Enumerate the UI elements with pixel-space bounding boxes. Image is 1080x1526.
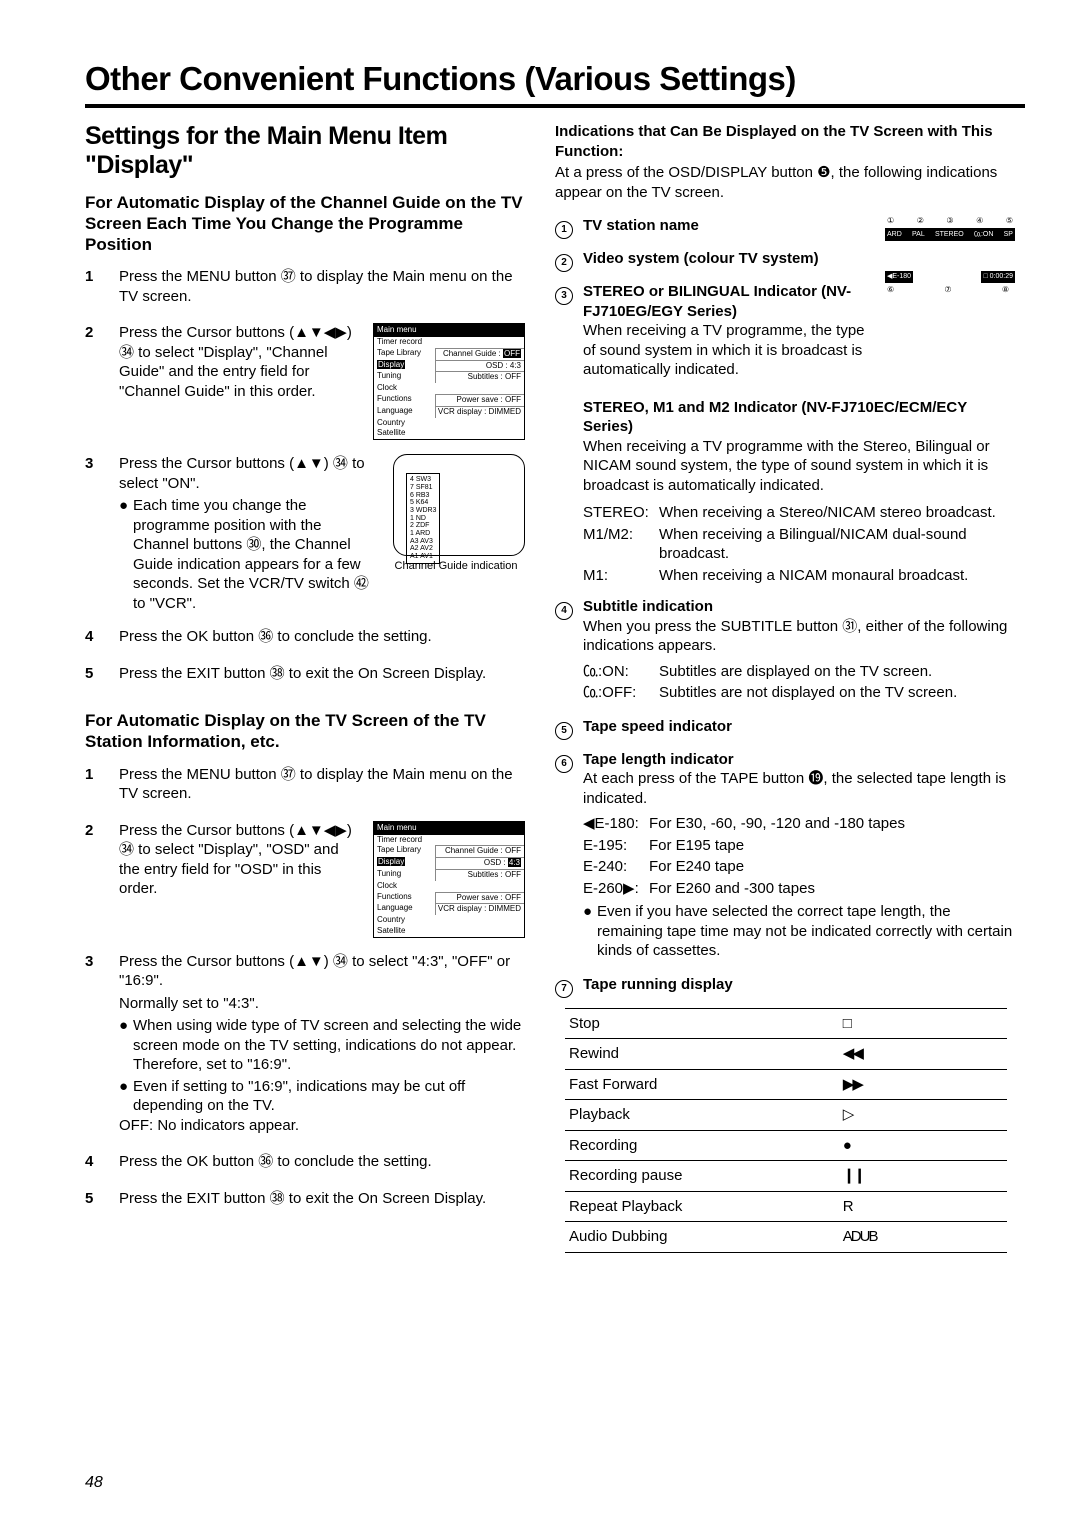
tape-table: ◀E-180:For E30, -60, -90, -120 and -180 …	[583, 814, 1015, 898]
subtitle-table: ㏇:ON:Subtitles are displayed on the TV s…	[583, 662, 1015, 703]
bullet: ● Each time you change the programme pos…	[119, 496, 377, 613]
step-1a: 1 Press the MENU button ㊲ to display the…	[85, 267, 525, 309]
left-column: Settings for the Main Menu Item "Display…	[85, 122, 525, 1253]
item-1: TV station name	[583, 217, 699, 234]
step-2b: 2 Press the Cursor buttons (▲▼◀▶) ㉞ to s…	[85, 821, 525, 938]
item-7: Tape running display	[583, 976, 733, 993]
bullet-dot-icon: ●	[119, 496, 133, 613]
item-3-text2: When receiving a TV programme with the S…	[583, 438, 990, 494]
bullet-dot-icon: ●	[119, 1016, 133, 1075]
item-3-head: STEREO or BILINGUAL Indicator (NV-FJ710E…	[583, 283, 851, 320]
section-heading: Settings for the Main Menu Item "Display…	[85, 122, 525, 180]
bullet-text: Each time you change the programme posit…	[133, 496, 377, 613]
step-3b: 3 Press the Cursor buttons (▲▼) ㉞ to sel…	[85, 952, 525, 1139]
step-text: Press the OK button ㊱ to conclude the se…	[119, 627, 525, 647]
item-4-head: Subtitle indication	[583, 598, 713, 615]
step-text: Press the Cursor buttons (▲▼) ㉞ to selec…	[119, 454, 377, 493]
step-number: 4	[85, 627, 119, 650]
bullet-dot-icon: ●	[583, 902, 597, 961]
columns: Settings for the Main Menu Item "Display…	[85, 122, 1025, 1253]
step-4a: 4 Press the OK button ㊱ to conclude the …	[85, 627, 525, 650]
item-2: Video system (colour TV system)	[583, 250, 819, 267]
step-5a: 5 Press the EXIT button ㊳ to exit the On…	[85, 664, 525, 687]
bullet-dot-icon: ●	[119, 1077, 133, 1116]
step-text: Press the EXIT button ㊳ to exit the On S…	[119, 664, 525, 684]
bullet: ● Even if you have selected the correct …	[583, 902, 1015, 961]
manual-page: Other Convenient Functions (Various Sett…	[0, 0, 1080, 1526]
page-number: 48	[85, 1474, 103, 1492]
tv-screen-indicator-figure: ①②③④⑤ ARDPALSTEREO㏇:ONSP ◀E-180□ 0:00:29…	[885, 216, 1015, 295]
step-2a: 2 Press the Cursor buttons (▲▼◀▶) ㉞ to s…	[85, 323, 525, 440]
step-text: Press the MENU button ㊲ to display the M…	[119, 267, 525, 306]
step-3a: 3 Press the Cursor buttons (▲▼) ㉞ to sel…	[85, 454, 525, 613]
step-number: 1	[85, 267, 119, 309]
item-6-text: At each press of the TAPE button ⓳, the …	[583, 770, 1006, 807]
main-menu-figure-1: Main menuTimer recordTape LibraryChannel…	[373, 323, 525, 440]
step-text: Press the EXIT button ㊳ to exit the On S…	[119, 1189, 525, 1209]
item-3-head2: STEREO, M1 and M2 Indicator (NV-FJ710EC/…	[583, 399, 967, 436]
step-number: 5	[85, 664, 119, 687]
step-number: 2	[85, 821, 119, 938]
sound-table: STEREO:When receiving a Stereo/NICAM ste…	[583, 503, 1015, 585]
step-number: 3	[85, 952, 119, 1139]
step-text: Press the Cursor buttons (▲▼◀▶) ㉞ to sel…	[119, 821, 363, 899]
step-5b: 5 Press the EXIT button ㊳ to exit the On…	[85, 1189, 525, 1212]
running-display-table: Stop□Rewind◀◀Fast Forward▶▶Playback▷Reco…	[565, 1008, 1007, 1253]
step-number: 5	[85, 1189, 119, 1212]
step-number: 1	[85, 765, 119, 807]
step-number: 3	[85, 454, 119, 613]
step-number: 4	[85, 1152, 119, 1175]
part-a-heading: For Automatic Display of the Channel Gui…	[85, 192, 525, 256]
right-heading: Indications that Can Be Displayed on the…	[555, 122, 1015, 161]
page-title: Other Convenient Functions (Various Sett…	[85, 60, 1025, 98]
step-text: Press the Cursor buttons (▲▼) ㉞ to selec…	[119, 952, 525, 991]
step-text: Press the MENU button ㊲ to display the M…	[119, 765, 525, 804]
step-1b: 1 Press the MENU button ㊲ to display the…	[85, 765, 525, 807]
step-4b: 4 Press the OK button ㊱ to conclude the …	[85, 1152, 525, 1175]
bullet-text: Even if you have selected the correct ta…	[597, 902, 1015, 961]
step-text: Press the Cursor buttons (▲▼◀▶) ㉞ to sel…	[119, 323, 363, 401]
bullet-text: When using wide type of TV screen and se…	[133, 1017, 521, 1054]
channel-guide-figure: 4 SW37 SF816 RB35 K643 WDR31 ND2 ZDF1 AR…	[393, 454, 525, 556]
title-rule	[85, 104, 1025, 108]
step-text: Press the OK button ㊱ to conclude the se…	[119, 1152, 525, 1172]
step-text: OFF: No indicators appear.	[119, 1116, 525, 1136]
item-4-text: When you press the SUBTITLE button ㉛, ei…	[583, 618, 1007, 655]
step-number: 2	[85, 323, 119, 440]
item-3-text: When receiving a TV programme, the type …	[583, 322, 865, 378]
bullet-text: Therefore, set to "16:9".	[133, 1056, 291, 1073]
right-intro: At a press of the OSD/DISPLAY button ❺, …	[555, 163, 1015, 202]
bullet-text: Even if setting to "16:9", indications m…	[133, 1077, 525, 1116]
item-5: Tape speed indicator	[583, 718, 732, 735]
bullet: ● Even if setting to "16:9", indications…	[119, 1077, 525, 1116]
step-text: Normally set to "4:3".	[119, 994, 525, 1014]
bullet: ● When using wide type of TV screen and …	[119, 1016, 525, 1075]
part-b-heading: For Automatic Display on the TV Screen o…	[85, 710, 525, 753]
item-6-head: Tape length indicator	[583, 751, 734, 768]
indicator-list: 1 TV station name 2 Video system (colour…	[555, 216, 877, 390]
main-menu-figure-2: Main menuTimer recordTape LibraryChannel…	[373, 821, 525, 938]
right-column: Indications that Can Be Displayed on the…	[555, 122, 1015, 1253]
